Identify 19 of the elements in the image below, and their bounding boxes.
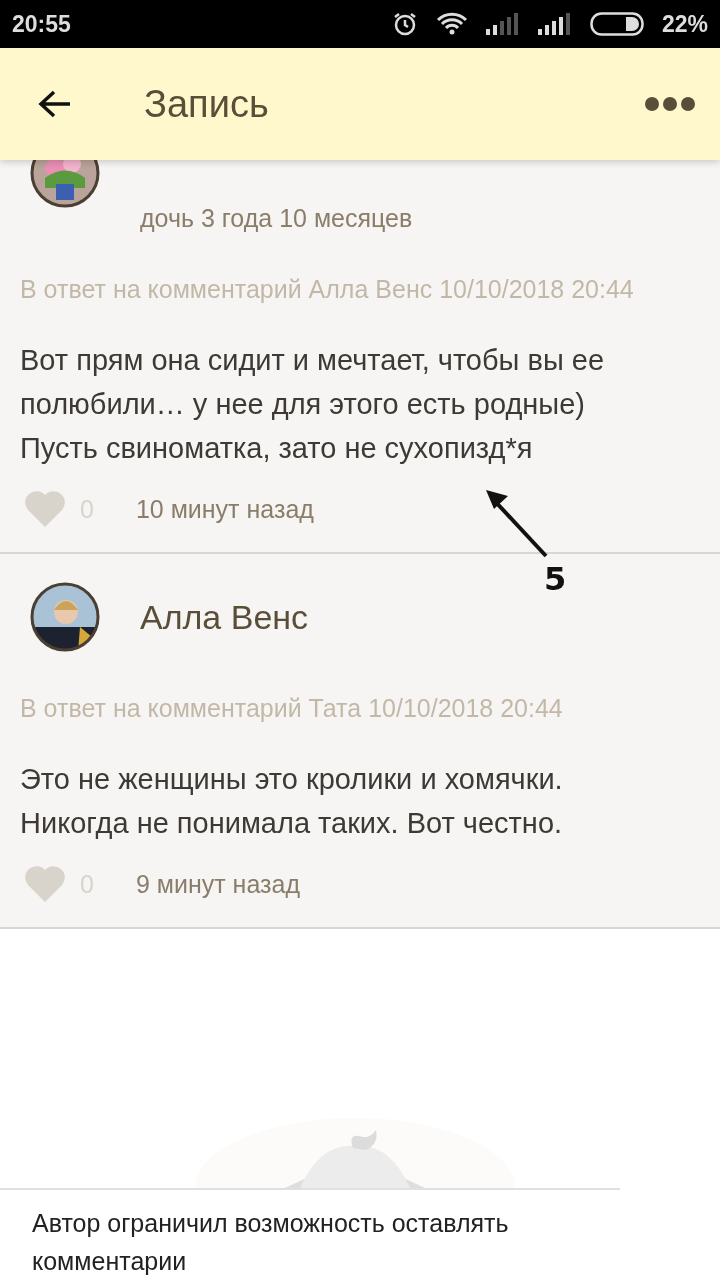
battery-percent: 22% (661, 10, 708, 38)
annotation-arrow (484, 488, 550, 560)
reply-to-text: В ответ на комментарий Тата 10/10/2018 20:44 (20, 693, 564, 724)
author-name[interactable]: Алла Венс (140, 597, 309, 637)
wifi-icon (435, 12, 468, 36)
comment-time: 10 минут назад (135, 494, 314, 524)
more-icon[interactable] (644, 96, 696, 112)
back-arrow-icon[interactable] (38, 89, 72, 119)
comment-time: 9 минут назад (135, 869, 300, 899)
author-subtitle: дочь 3 года 10 месяцев (140, 204, 413, 233)
signal-icon (485, 13, 520, 35)
battery-icon (589, 12, 644, 36)
status-time: 20:55 (12, 10, 71, 38)
reply-to-text: В ответ на комментарий Алла Венс 10/10/2018 20:44 (20, 274, 635, 305)
signal-icon (537, 13, 572, 35)
comment-text: Вот прям она сидит и мечтает, чтобы вы ее полюбили… у нее для этого есть родные) Пусть свиноматка, зато не сухопизд*я (20, 343, 606, 466)
page-title: Запись (144, 82, 270, 126)
comment-text: Это не женщины это кролики и хомячки. Никогда не понимала таких. Вот честно. (20, 762, 564, 841)
annotation-label: 5 (544, 560, 567, 598)
